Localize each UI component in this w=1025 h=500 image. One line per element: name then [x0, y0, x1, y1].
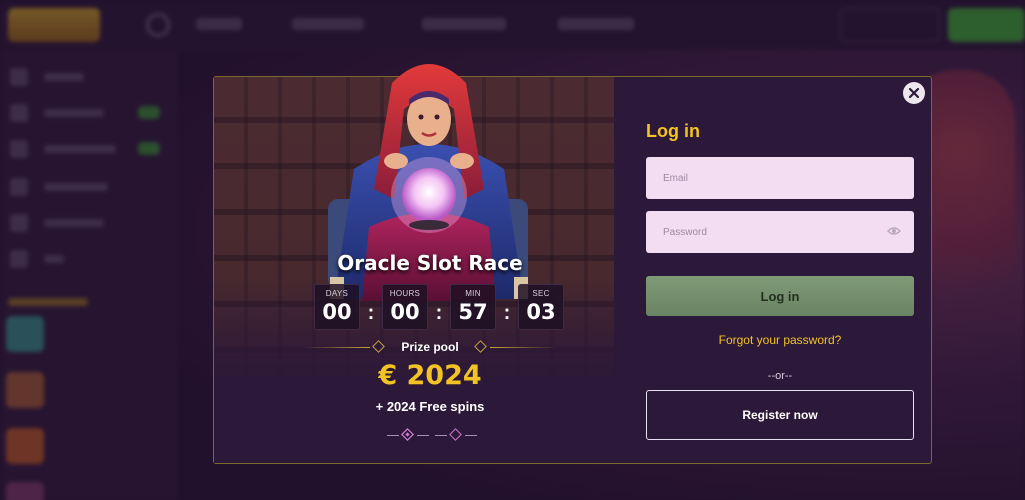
prize-pool-divider: Prize pool — [304, 340, 556, 354]
prize-pool-label: Prize pool — [401, 340, 459, 354]
countdown-separator: : — [503, 302, 511, 324]
login-title: Log in — [646, 121, 700, 141]
countdown-timer: DAYS 00 : HOURS 00 : MIN 57 : SEC 03 — [314, 284, 564, 336]
forgot-password-link[interactable]: Forgot your password? — [646, 333, 914, 347]
email-field[interactable] — [646, 157, 914, 199]
close-icon — [908, 87, 920, 99]
carousel-dot[interactable] — [449, 428, 462, 441]
countdown-minutes: MIN 57 — [450, 284, 496, 330]
prize-amount: € 2024 — [378, 360, 482, 391]
or-divider: --or-- — [767, 370, 793, 382]
carousel-indicators — [387, 428, 477, 442]
countdown-hours: HOURS 00 — [382, 284, 428, 330]
register-button[interactable]: Register now — [646, 390, 914, 440]
countdown-seconds: SEC 03 — [518, 284, 564, 330]
carousel-dot-active[interactable] — [401, 428, 414, 441]
free-spins-text: + 2024 Free spins — [375, 399, 485, 414]
login-modal: Oracle Slot Race DAYS 00 : HOURS 00 : MI… — [213, 64, 932, 464]
eye-icon[interactable] — [887, 224, 901, 238]
close-button[interactable] — [903, 82, 925, 104]
password-field[interactable] — [646, 211, 914, 253]
countdown-separator: : — [435, 302, 443, 324]
login-button[interactable]: Log in — [646, 276, 914, 316]
oracle-illustration — [328, 64, 528, 301]
race-title: Oracle Slot Race — [337, 251, 523, 275]
countdown-days: DAYS 00 — [314, 284, 360, 330]
countdown-separator: : — [367, 302, 375, 324]
